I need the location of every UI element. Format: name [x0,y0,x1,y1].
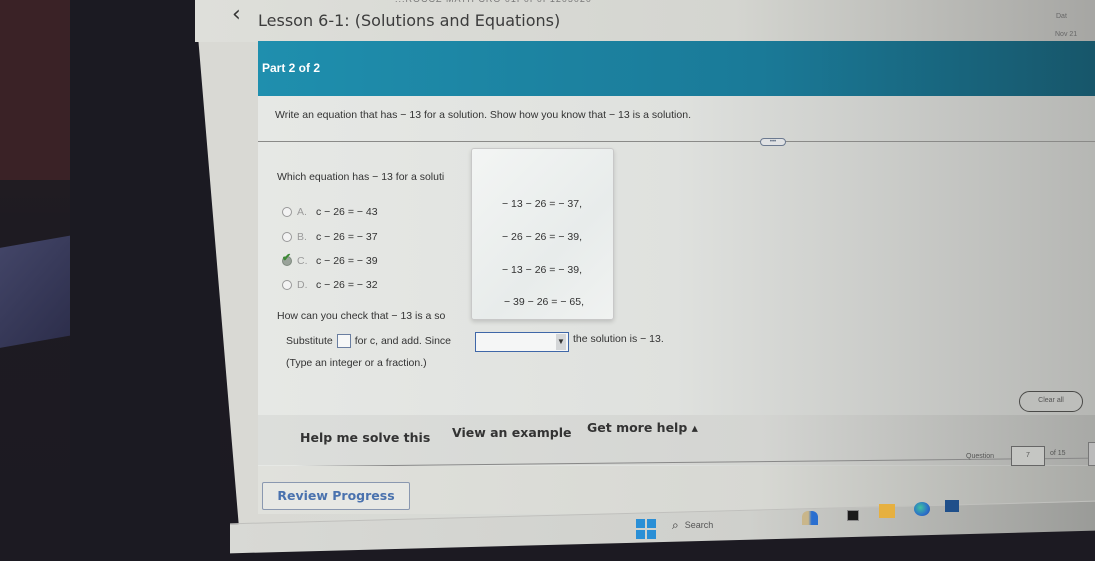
question-total: of 15 [1050,450,1066,457]
clear-all-button[interactable]: Clear all [1019,391,1083,412]
get-more-help-button[interactable]: Get more help ▴ [587,420,698,435]
option-c[interactable]: ✔ C. c − 26 = − 39 [282,252,378,267]
search-label: Search [684,520,714,530]
question-label: Question [966,453,995,460]
radio-button[interactable] [282,207,292,217]
option-text: c − 26 = − 43 [316,206,378,218]
dropdown-menu: − 13 − 26 = − 37, − 26 − 26 = − 39, − 13… [471,148,614,320]
after-box-text: for c, and add. Since [354,335,452,347]
file-explorer-icon[interactable] [879,504,895,518]
dropdown-option[interactable]: − 39 − 26 = − 65, [504,296,584,308]
radio-button[interactable] [282,280,292,290]
after-dropdown-text: the solution is − 13. [573,333,664,345]
divider [258,141,1095,142]
next-question-button[interactable] [1088,442,1095,466]
dropdown-option[interactable]: − 26 − 26 = − 39, [502,231,582,243]
option-d[interactable]: D. c − 26 = − 32 [282,279,378,291]
taskbar-search[interactable]: ⌕ Search [672,515,792,535]
dropdown-option[interactable]: − 13 − 26 = − 39, [502,264,582,276]
store-icon[interactable] [945,500,959,512]
help-me-solve-button[interactable]: Help me solve this [300,430,430,445]
dropdown-arrow-icon[interactable]: ▼ [556,334,566,350]
top-right-label: Dat [1056,13,1067,20]
option-text: c − 26 = − 32 [316,279,378,291]
radio-button[interactable] [282,232,292,242]
lesson-title: Lesson 6-1: (Solutions and Equations) [258,11,561,30]
part-banner [258,41,1095,96]
substitute-input[interactable] [336,334,351,348]
task-view-icon[interactable] [847,510,859,521]
review-progress-button[interactable]: Review Progress [262,482,410,510]
option-a[interactable]: A. c − 26 = − 43 [282,206,378,218]
edge-icon[interactable] [914,502,930,516]
back-chevron-icon[interactable]: ‹ [232,2,241,27]
widgets-icon[interactable] [802,511,818,525]
substitute-label: Substitute [286,335,333,347]
option-text: c − 26 = − 39 [316,255,378,267]
subquestion-text: Which equation has − 13 for a soluti [277,171,445,183]
option-letter: C. [297,255,308,267]
option-letter: D. [297,279,308,291]
option-text: c − 26 = − 37 [316,231,378,243]
radio-button-selected[interactable]: ✔ [282,252,292,266]
option-b[interactable]: B. c − 26 = − 37 [282,231,378,243]
correct-check-icon: ✔ [282,252,292,264]
part-label: Part 2 of 2 [262,61,321,75]
view-example-button[interactable]: View an example [452,425,572,440]
course-breadcrumb: ...ROCCZ MATH CRO 01P0P0P1205020 [395,0,592,4]
due-date: Nov 21 [1055,31,1078,38]
equation-dropdown[interactable]: ▼ [475,332,569,352]
question-number-input[interactable]: 7 [1011,446,1045,466]
input-hint: (Type an integer or a fraction.) [286,357,427,369]
option-letter: A. [297,206,307,218]
screen-bezel [70,0,220,561]
check-prompt: How can you check that − 13 is a so [277,310,446,322]
expand-more-button[interactable]: ••• [760,138,786,146]
background-room [0,0,75,180]
option-letter: B. [297,231,307,243]
question-content [258,96,1095,466]
question-prompt: Write an equation that has − 13 for a so… [275,109,691,121]
dropdown-option[interactable]: − 13 − 26 = − 37, [502,198,582,210]
windows-start-icon[interactable] [636,519,656,539]
fill-in-sentence: Substitute for c, and add. Since [286,334,451,348]
search-icon: ⌕ [672,517,679,532]
